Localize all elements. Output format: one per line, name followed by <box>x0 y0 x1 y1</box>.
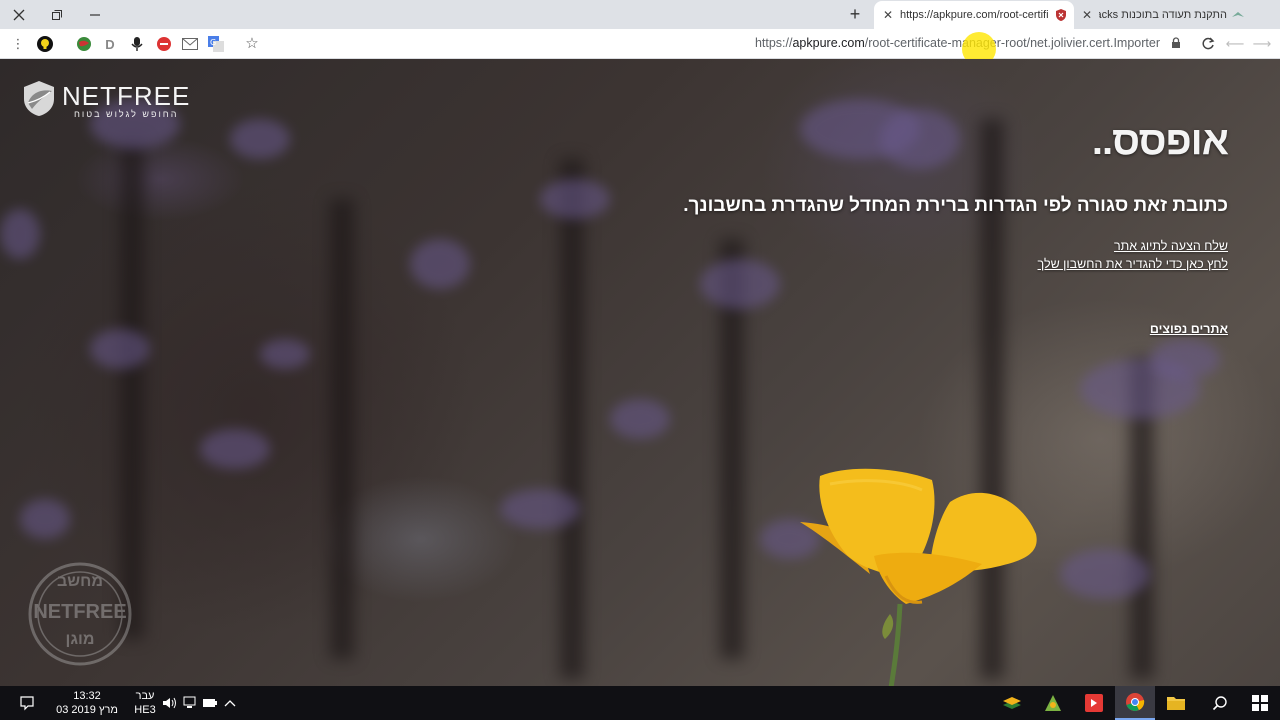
minimize-icon <box>90 13 100 16</box>
bg-flower <box>540 179 610 219</box>
translate-icon[interactable]: G <box>206 34 226 54</box>
block-message: אופסס.. כתובת זאת סגורה לפי הגדרות ברירת… <box>683 119 1229 336</box>
lock-icon[interactable] <box>1166 33 1186 53</box>
bg-flower <box>700 259 780 309</box>
url-prefix: https:// <box>754 36 793 50</box>
input-language[interactable]: עבר HE3 <box>130 689 160 717</box>
keyboard-layout: HE3 <box>134 704 156 716</box>
network-icon[interactable] <box>180 686 200 720</box>
layers-app-icon <box>1003 697 1021 709</box>
taskbar-app-layers[interactable] <box>992 686 1032 720</box>
taskbar-app-android[interactable] <box>1033 686 1073 720</box>
netfree-stamp: מחשב NETFREE מוגן <box>25 559 135 669</box>
stamp-top-text: מחשב <box>57 573 103 590</box>
tab-apkpure[interactable]: ✕ https://apkpure.com/root-certific <box>874 1 1074 29</box>
tab-close-icon[interactable]: ✕ <box>1079 8 1095 22</box>
mail-icon[interactable] <box>180 34 200 54</box>
bg-flower <box>880 109 960 169</box>
browser-toolbar: ⋮ D G ☆ https://apkpure.com/root-certifi… <box>0 29 1280 59</box>
back-arrow-icon[interactable]: ⟶ <box>1252 34 1272 54</box>
notification-center-icon[interactable] <box>10 686 44 720</box>
netfree-logo[interactable]: NETFREE החופש לגלוש בטוח <box>22 79 189 121</box>
poppy-flower <box>800 468 1037 686</box>
bg-flower <box>90 329 150 369</box>
tab-title: התקנת תעודה בתוכנות BlueStacks <box>1099 9 1227 21</box>
bg-flower <box>410 239 470 289</box>
suggest-tag-link[interactable]: שלח הצעה לתיוג אתר <box>1038 237 1228 255</box>
chrome-icon <box>1126 693 1145 711</box>
clock-time: 13:32 <box>73 690 101 702</box>
windows-start-icon[interactable] <box>1240 686 1280 720</box>
bg-flower <box>0 209 40 259</box>
menu-icon[interactable]: ⋮ <box>8 34 28 54</box>
address-bar[interactable]: ☆ https://apkpure.com/root-certificate-m… <box>238 32 1190 56</box>
window-restore-button[interactable] <box>38 0 76 29</box>
restore-icon <box>52 9 62 20</box>
show-hidden-icons-chevron-up-icon[interactable] <box>220 686 240 720</box>
extension-d-icon[interactable]: D <box>100 34 120 54</box>
bg-flower <box>500 489 580 529</box>
taskbar-clock[interactable]: 13:32 03 מרץ 2019 <box>52 689 122 717</box>
extension-bulb-icon[interactable] <box>35 34 55 54</box>
configure-account-link[interactable]: לחץ כאן כדי להגדיר את החשבון שלך <box>1038 255 1228 273</box>
forward-arrow-icon[interactable]: ⟵ <box>1225 34 1245 54</box>
volume-icon[interactable] <box>160 686 180 720</box>
microphone-icon[interactable] <box>127 34 147 54</box>
taskbar-app-anydesk[interactable] <box>1074 686 1114 720</box>
block-page: NETFREE החופש לגלוש בטוח אופסס.. כתובת ז… <box>0 59 1280 686</box>
stamp-bottom-text: מוגן <box>65 631 95 648</box>
bg-flower <box>20 499 70 539</box>
close-icon <box>13 9 25 20</box>
bg-stem <box>330 199 354 659</box>
url-host: apkpure.com <box>792 36 865 50</box>
action-links: שלח הצעה לתיוג אתר לחץ כאן כדי להגדיר את… <box>1038 237 1228 273</box>
search-icon[interactable] <box>1200 686 1240 720</box>
clock-date: 03 מרץ 2019 <box>56 704 118 716</box>
bg-flower <box>230 119 290 159</box>
folder-icon <box>1167 697 1185 710</box>
bluestacks-icon <box>1231 8 1245 22</box>
block-reason: כתובת זאת סגורה לפי הגדרות ברירת המחדל ש… <box>683 195 1228 216</box>
tab-title: https://apkpure.com/root-certific <box>900 9 1048 21</box>
logo-tagline: החופש לגלוש בטוח <box>74 109 179 119</box>
android-app-icon <box>1045 695 1061 711</box>
url-path: /root-certificate-manager-root/net.joliv… <box>864 36 1160 50</box>
anydesk-icon <box>1085 694 1103 712</box>
taskbar-app-chrome[interactable] <box>1115 686 1155 720</box>
stamp-middle-text: NETFREE <box>33 601 127 623</box>
tab-strip: + ✕ https://apkpure.com/root-certific ✕ … <box>0 0 1280 29</box>
bg-flower <box>610 399 670 439</box>
bg-flower <box>1150 339 1220 379</box>
reload-icon[interactable] <box>1198 34 1218 54</box>
tab-bluestacks[interactable]: ✕ התקנת תעודה בתוכנות BlueStacks <box>1077 1 1247 29</box>
taskbar-app-file-explorer[interactable] <box>1156 686 1196 720</box>
tab-close-icon[interactable]: ✕ <box>880 8 896 22</box>
bg-flower <box>200 429 270 469</box>
extension-globe-icon[interactable] <box>74 34 94 54</box>
url-text[interactable]: https://apkpure.com/root-certificate-man… <box>755 36 1160 50</box>
svg-text:G: G <box>210 38 216 47</box>
bookmark-star-icon[interactable]: ☆ <box>242 33 262 53</box>
popular-sites-link[interactable]: אתרים נפוצים <box>1150 322 1228 336</box>
bg-stem <box>560 159 584 679</box>
netfree-shield-icon <box>1054 8 1068 22</box>
bg-flower <box>1060 549 1150 599</box>
logo-name: NETFREE <box>62 81 191 111</box>
adblock-icon[interactable] <box>154 34 174 54</box>
page-heading: אופסס.. <box>1091 119 1229 163</box>
taskbar: 13:32 03 מרץ 2019 עבר HE3 <box>0 686 1280 720</box>
language-name: עבר <box>135 690 155 702</box>
shield-leaf-icon <box>24 81 54 116</box>
window-close-button[interactable] <box>0 0 38 29</box>
window-minimize-button[interactable] <box>76 0 114 29</box>
new-tab-button[interactable]: + <box>845 4 865 24</box>
battery-icon[interactable] <box>200 686 220 720</box>
bg-flower <box>260 339 310 369</box>
